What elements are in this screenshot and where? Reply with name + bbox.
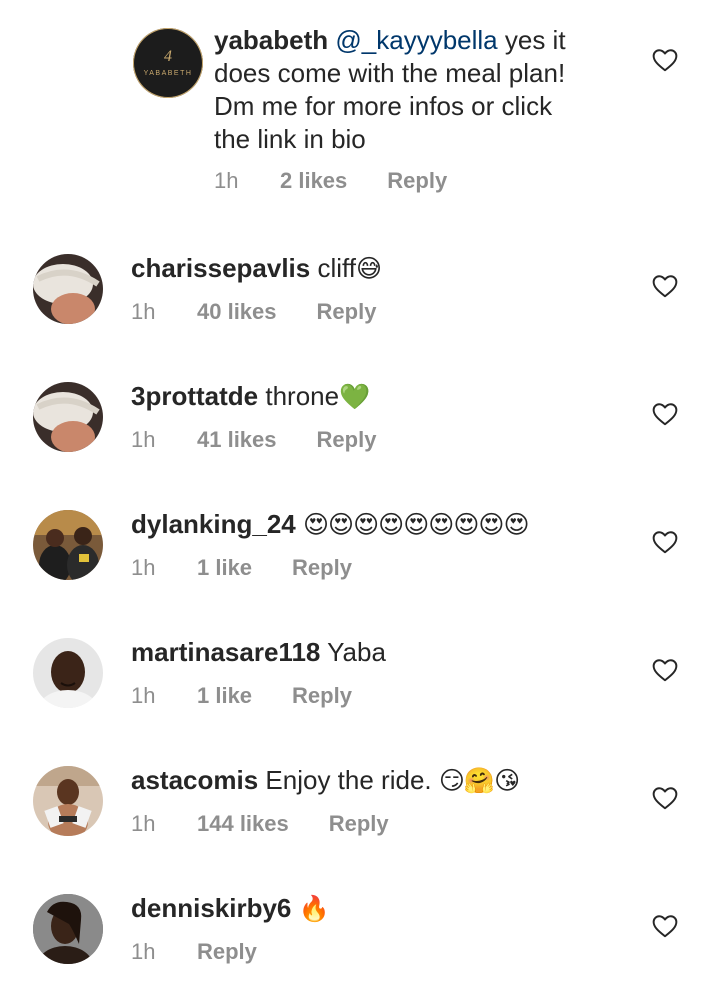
heart-eyes-emoji: 😍😍😍😍😍😍😍😍😍 — [302, 510, 530, 539]
comment-username[interactable]: dylanking_24 — [131, 509, 296, 539]
comment-time: 1h — [131, 299, 156, 324]
comment-item: charissepavlis cliff😅 1h 40 likes Reply — [0, 252, 720, 342]
reply-button[interactable]: Reply — [292, 555, 352, 581]
comment-text: martinasare118 Yaba — [131, 636, 611, 669]
comment-item: 3prottatde throne💚 1h 41 likes Reply — [0, 380, 720, 470]
comment-body: Yaba — [327, 637, 386, 667]
comment-time: 1h — [131, 811, 156, 836]
comment-meta: 1h 1 like Reply — [131, 555, 631, 581]
comment-meta: 1h 2 likes Reply — [214, 168, 634, 194]
avatar-astacomis[interactable] — [33, 766, 103, 836]
reply-button[interactable]: Reply — [317, 427, 377, 453]
comment-item: denniskirby6 🔥 1h Reply — [0, 892, 720, 982]
like-heart-icon[interactable] — [652, 402, 678, 426]
comment-text: yababeth @_kayyybella yes it does come w… — [214, 24, 634, 156]
comment-likes[interactable]: 1 like — [197, 683, 252, 709]
svg-text:YABABETH: YABABETH — [144, 70, 193, 77]
comment-time: 1h — [214, 168, 239, 193]
avatar-3prottatde[interactable] — [33, 382, 103, 452]
comment-item: martinasare118 Yaba 1h 1 like Reply — [0, 636, 720, 726]
avatar-martinasare118[interactable] — [33, 638, 103, 708]
reply-button[interactable]: Reply — [329, 811, 389, 837]
comment-text-line-4: the link in bio — [214, 124, 366, 154]
comment-text: astacomis Enjoy the ride. 😏🤗😘 — [131, 764, 611, 797]
svg-text:4: 4 — [164, 48, 172, 65]
avatar-charissepavlis[interactable] — [33, 254, 103, 324]
comment-text: charissepavlis cliff😅 — [131, 252, 611, 285]
like-heart-icon[interactable] — [652, 274, 678, 298]
comment-body: Enjoy the ride. — [265, 765, 432, 795]
comment-text: denniskirby6 🔥 — [131, 892, 611, 925]
comment-body: cliff — [317, 253, 356, 283]
avatar-denniskirby6[interactable] — [33, 894, 103, 964]
reply-button[interactable]: Reply — [292, 683, 352, 709]
comment-text-line-1: yes it — [504, 25, 566, 55]
reply-button[interactable]: Reply — [317, 299, 377, 325]
comment-meta: 1h 41 likes Reply — [131, 427, 611, 453]
comment-time: 1h — [131, 555, 156, 580]
comment-username[interactable]: martinasare118 — [131, 637, 320, 667]
yababeth-logo: 4 YABABETH — [134, 29, 202, 97]
comment-meta: 1h 1 like Reply — [131, 683, 611, 709]
like-heart-icon[interactable] — [652, 914, 678, 938]
comment-item: astacomis Enjoy the ride. 😏🤗😘 1h 144 lik… — [0, 764, 720, 854]
reply-button[interactable]: Reply — [197, 939, 257, 965]
comment-username[interactable]: astacomis — [131, 765, 258, 795]
comment-text: 3prottatde throne💚 — [131, 380, 611, 413]
comment-text-line-3: Dm me for more infos or click — [214, 91, 553, 121]
comment-likes[interactable]: 144 likes — [197, 811, 289, 837]
fire-emoji: 🔥 — [298, 894, 330, 923]
comment-mention[interactable]: @_kayyybella — [335, 25, 497, 55]
comment-meta: 1h 40 likes Reply — [131, 299, 611, 325]
comment-username[interactable]: denniskirby6 — [131, 893, 291, 923]
sweat-smile-emoji: 😅 — [356, 254, 382, 283]
comment-likes[interactable]: 40 likes — [197, 299, 277, 325]
avatar-dylanking_24[interactable] — [33, 510, 103, 580]
comment-meta: 1h 144 likes Reply — [131, 811, 611, 837]
like-heart-icon[interactable] — [652, 530, 678, 554]
comment-likes[interactable]: 1 like — [197, 555, 252, 581]
comment-username[interactable]: yababeth — [214, 25, 328, 55]
comment-text-line-2: does come with the meal plan! — [214, 58, 566, 88]
comment-likes[interactable]: 2 likes — [280, 168, 347, 194]
comment-time: 1h — [131, 683, 156, 708]
comment-username[interactable]: charissepavlis — [131, 253, 310, 283]
like-heart-icon[interactable] — [652, 786, 678, 810]
comment-username[interactable]: 3prottatde — [131, 381, 258, 411]
green-heart-emoji: 💚 — [339, 382, 370, 411]
comment-text: dylanking_24 😍😍😍😍😍😍😍😍😍 — [131, 508, 631, 541]
comment-time: 1h — [131, 939, 156, 964]
like-heart-icon[interactable] — [652, 658, 678, 682]
reply-button[interactable]: Reply — [387, 168, 447, 194]
comment-body: throne — [265, 381, 340, 411]
comment-item: dylanking_24 😍😍😍😍😍😍😍😍😍 1h 1 like Reply — [0, 508, 720, 598]
like-heart-icon[interactable] — [652, 48, 678, 72]
comment-likes[interactable]: 41 likes — [197, 427, 277, 453]
smirk-hug-kiss-emoji: 😏🤗😘 — [438, 766, 520, 795]
comment-item: 4 YABABETH yababeth @_kayyybella yes it … — [0, 20, 720, 210]
comment-meta: 1h Reply — [131, 939, 611, 965]
avatar-yababeth[interactable]: 4 YABABETH — [133, 28, 203, 98]
comment-time: 1h — [131, 427, 156, 452]
